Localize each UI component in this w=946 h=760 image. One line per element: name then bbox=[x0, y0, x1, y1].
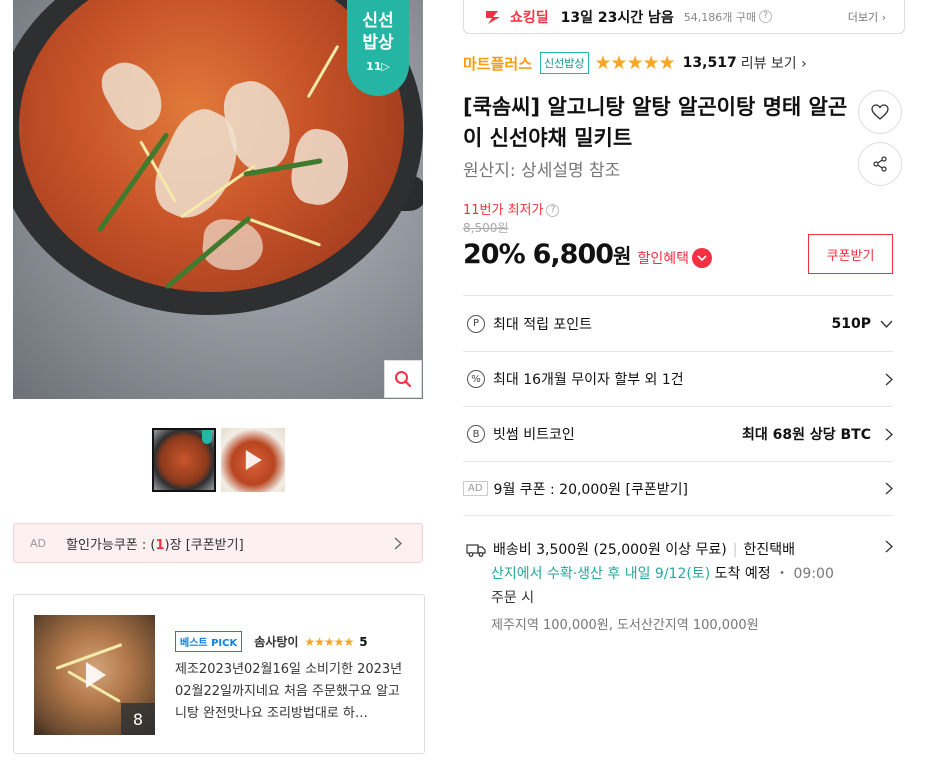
thumbnail-main[interactable] bbox=[152, 428, 216, 492]
chevron-down-icon bbox=[691, 248, 712, 268]
best-pick-badge: 베스트 PICK bbox=[175, 631, 243, 652]
help-icon[interactable]: ? bbox=[759, 10, 773, 23]
installment-label: 최대 16개월 무이자 할부 외 1건 bbox=[493, 372, 684, 388]
product-origin: 원산지: 상세설명 참조 bbox=[463, 161, 621, 181]
review-image-count: 8 bbox=[121, 703, 155, 735]
shipping-carrier: 한진택배 bbox=[743, 542, 795, 558]
september-coupon-row[interactable]: AD 9월 쿠폰 : 20,000원 [쿠폰받기] bbox=[463, 461, 893, 515]
bitcoin-value: 최대 68원 상당 BTC bbox=[742, 427, 871, 443]
review-header: 베스트 PICK 솜사탕이 ★★★★★ 5 bbox=[175, 631, 368, 652]
chevron-right-icon bbox=[394, 537, 402, 550]
points-label: 최대 적립 포인트 bbox=[493, 316, 593, 333]
fresh-table-badge: 신선 밥상 11▷ bbox=[347, 0, 409, 96]
purchase-count: 54,186개 구매 bbox=[683, 10, 757, 24]
play-icon bbox=[85, 662, 106, 688]
available-coupon-bar[interactable]: AD 할인가능쿠폰 : (1)장 [쿠폰받기] bbox=[13, 523, 423, 563]
discount-rate: 20% bbox=[463, 239, 526, 270]
shipping-fee: 배송비 3,500원 (25,000원 이상 무료) bbox=[493, 542, 727, 558]
coupon-text: 할인가능쿠폰 : (1)장 [쿠폰받기] bbox=[66, 537, 244, 553]
deal-name: 쇼킹딜 bbox=[510, 9, 549, 26]
share-button[interactable] bbox=[858, 142, 902, 186]
thumbnail-video[interactable] bbox=[221, 428, 285, 492]
share-icon bbox=[873, 156, 887, 172]
ad-label: AD bbox=[463, 481, 488, 496]
shocking-deal-bar: 쇼킹딜 13일 23시간 남음 54,186개 구매 ? 더보기 › bbox=[463, 0, 905, 34]
review-star-rating: ★★★★★ bbox=[304, 634, 354, 649]
review-video-thumbnail[interactable]: 8 bbox=[34, 615, 155, 735]
points-value: 510P bbox=[831, 315, 871, 332]
eleven-street-logo: 11▷ bbox=[366, 60, 390, 73]
extra-shipping-fee: 제주지역 100,000원, 도서산간지역 100,000원 bbox=[491, 618, 759, 633]
seller-row: 마트플러스 신선밥상 ★★★★★ 13,517 리뷰 보기 › bbox=[463, 52, 807, 74]
bitcoin-row[interactable]: B 빗썸 비트코인 최대 68원 상당 BTC bbox=[463, 406, 893, 461]
search-icon bbox=[395, 371, 412, 388]
seller-name[interactable]: 마트플러스 bbox=[463, 53, 532, 74]
lowest-price-label: 11번가 최저가? bbox=[463, 199, 560, 218]
order-cutoff: 주문 시 bbox=[491, 590, 535, 606]
zoom-button[interactable] bbox=[384, 360, 422, 398]
sale-price: 6,800 bbox=[532, 239, 614, 270]
shipping-fee-line: 배송비 3,500원 (25,000원 이상 무료) | 한진택배 bbox=[463, 538, 893, 562]
review-score: 5 bbox=[359, 634, 368, 649]
installment-icon: % bbox=[467, 370, 485, 388]
points-icon: P bbox=[467, 314, 485, 333]
review-user: 솜사탕이 bbox=[254, 635, 299, 649]
heart-icon bbox=[871, 104, 889, 120]
review-text: 제조2023년02월16일 소비기한 2023년02월22일까지네요 처음 주문… bbox=[175, 662, 403, 721]
price-row: 20% 6,800 원 할인혜택 bbox=[463, 239, 712, 270]
chevron-right-icon bbox=[885, 373, 893, 385]
review-link[interactable]: 리뷰 보기 › bbox=[741, 53, 807, 73]
original-price: 8,500원 bbox=[463, 221, 509, 235]
chevron-down-icon bbox=[880, 320, 893, 328]
discount-benefit-toggle[interactable]: 할인혜택 bbox=[637, 248, 712, 268]
shocking-deal-icon bbox=[486, 10, 500, 24]
best-review-card[interactable]: 8 베스트 PICK 솜사탕이 ★★★★★ 5 제조2023년02월16일 소비… bbox=[13, 594, 425, 754]
price-unit: 원 bbox=[613, 244, 632, 268]
get-coupon-button[interactable]: 쿠폰받기 bbox=[808, 234, 893, 274]
thumbnail-list bbox=[152, 428, 285, 492]
wishlist-button[interactable] bbox=[858, 90, 902, 134]
more-link[interactable]: 더보기 › bbox=[848, 9, 886, 25]
review-count[interactable]: 13,517 bbox=[683, 55, 737, 71]
deal-timer: 13일 23시간 남음 bbox=[560, 9, 674, 26]
points-row[interactable]: P 최대 적립 포인트 510P bbox=[463, 295, 893, 351]
help-icon[interactable]: ? bbox=[546, 204, 560, 217]
arrival-estimate: 산지에서 수확·생산 후 내일 9/12(토) 도착 예정 ・ 09:00 bbox=[491, 566, 834, 582]
bitcoin-label: 빗썸 비트코인 bbox=[493, 427, 575, 443]
fresh-table-tag: 신선밥상 bbox=[540, 52, 589, 74]
chevron-right-icon bbox=[885, 482, 893, 495]
chevron-right-icon bbox=[885, 428, 893, 440]
installment-row[interactable]: % 최대 16개월 무이자 할부 외 1건 bbox=[463, 351, 893, 406]
bitcoin-icon: B bbox=[467, 425, 485, 443]
shipping-section[interactable]: 배송비 3,500원 (25,000원 이상 무료) | 한진택배 산지에서 수… bbox=[463, 515, 893, 638]
ad-label: AD bbox=[30, 536, 46, 550]
play-icon bbox=[245, 450, 262, 470]
september-coupon-label: 9월 쿠폰 : 20,000원 [쿠폰받기] bbox=[493, 481, 688, 498]
product-star-rating: ★★★★★ bbox=[594, 52, 676, 74]
chevron-right-icon bbox=[885, 540, 893, 553]
main-product-image[interactable]: 신선 밥상 11▷ bbox=[13, 0, 423, 399]
product-title: [쿡솜씨] 알고니탕 알탕 알곤이탕 명태 알곤이 신선야채 밀키트 bbox=[463, 95, 848, 150]
truck-icon bbox=[466, 544, 486, 557]
